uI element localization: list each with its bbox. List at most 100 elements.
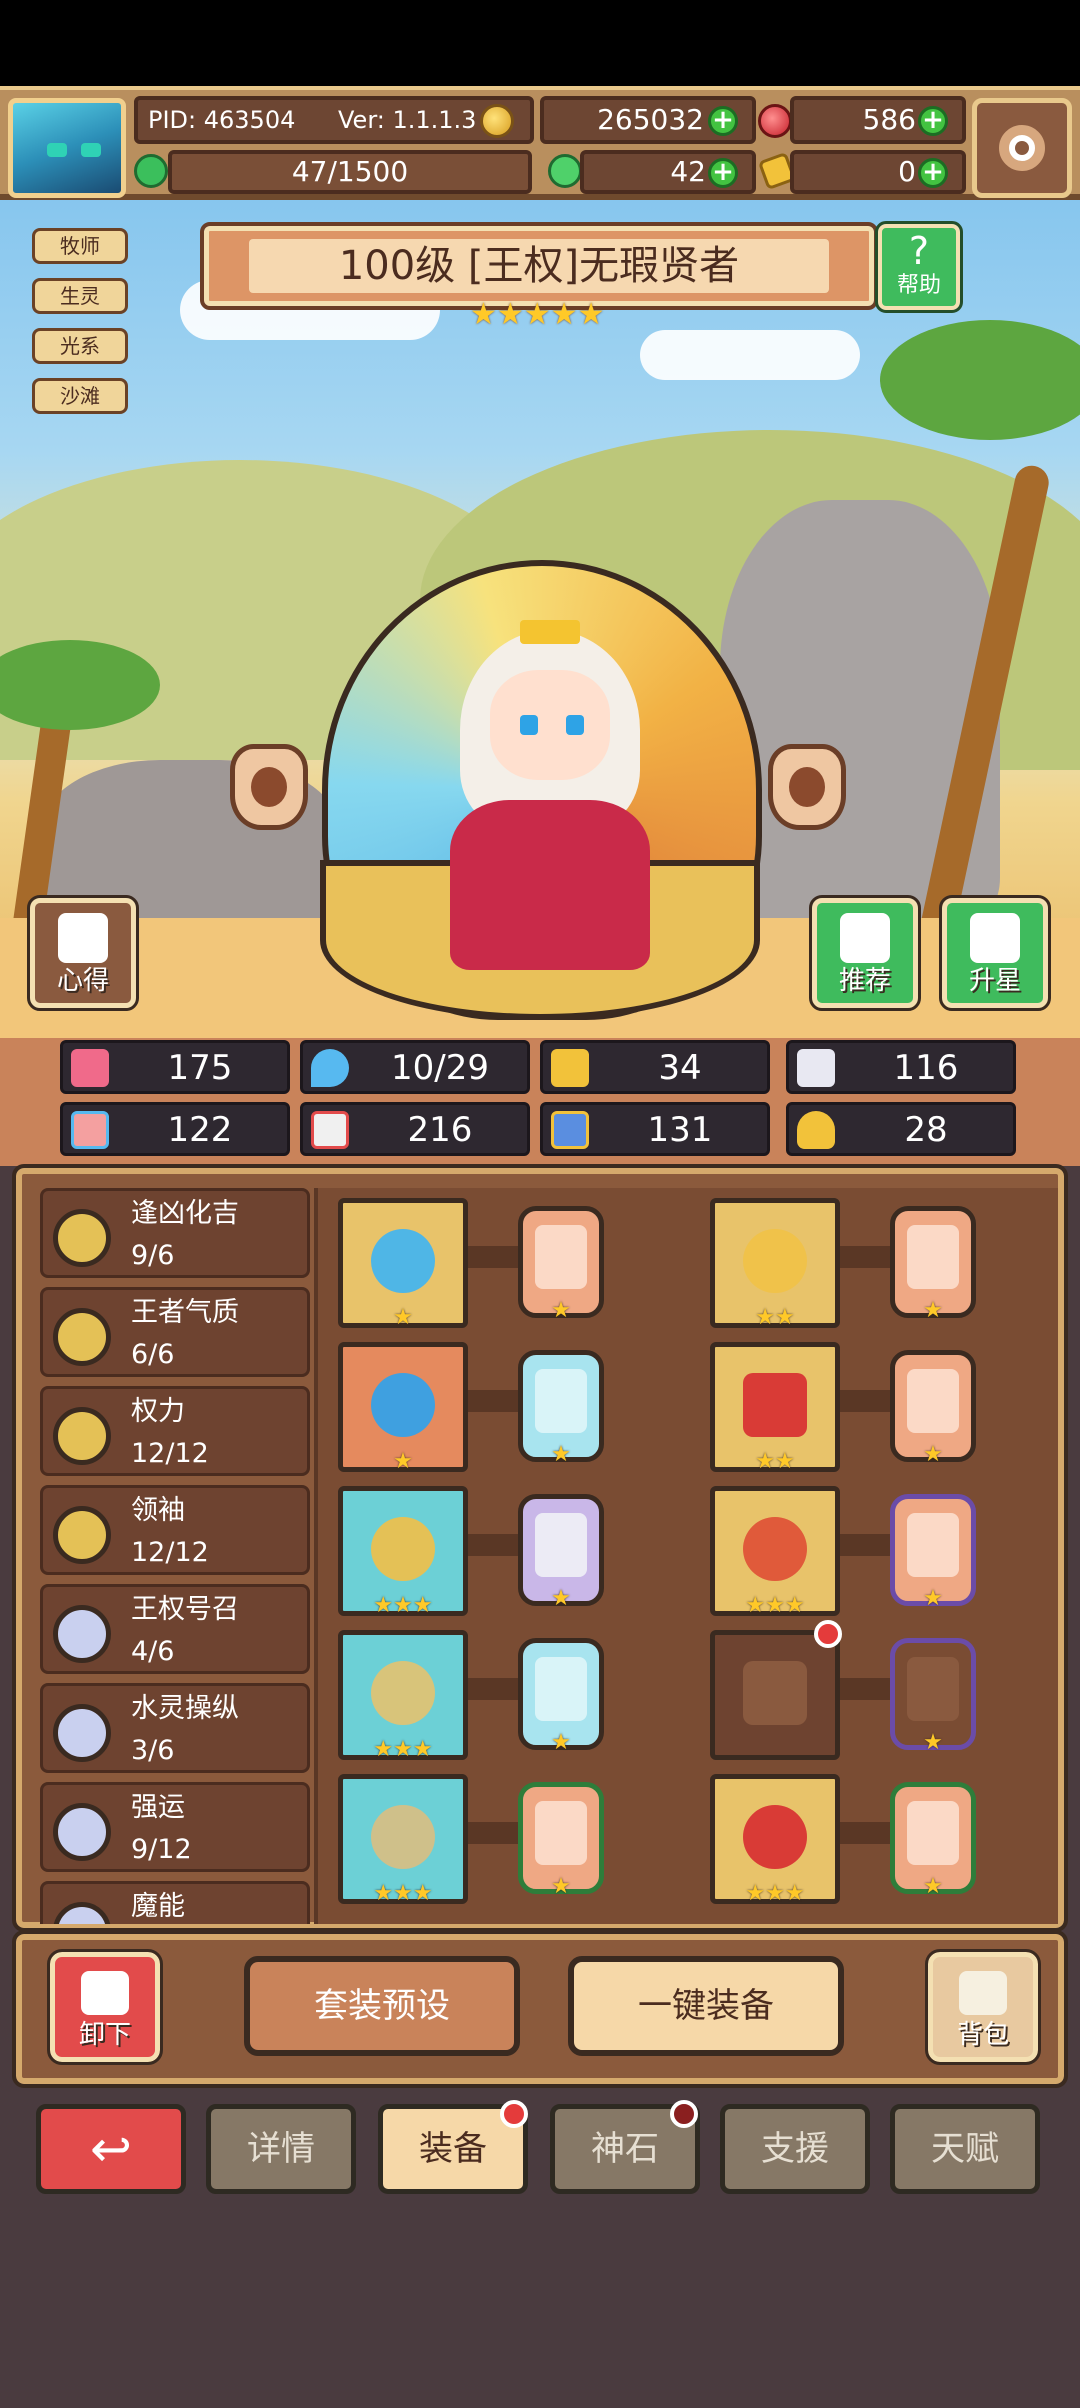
set-item[interactable]: 王者气质 6/6 <box>40 1287 310 1377</box>
rune-card[interactable]: ★ <box>518 1350 604 1467</box>
unequip-label: 卸下 <box>78 2020 131 2050</box>
water-drop-icon <box>311 1049 349 1087</box>
rune-card[interactable]: ★ <box>890 1494 976 1611</box>
scepter-icon <box>371 1229 435 1293</box>
set-bonus-list[interactable]: 逢凶化吉 9/6 王者气质 6/6 权力 12/12 领袖 12/12 王权号召… <box>40 1188 310 1924</box>
fist-icon <box>71 1111 109 1149</box>
rune-card[interactable]: ★ <box>890 1782 976 1899</box>
gem-amount: 586 <box>862 103 916 136</box>
palm-leaves <box>880 320 1080 440</box>
unequip-button[interactable]: 卸下 <box>47 1949 163 2065</box>
previous-hero-button[interactable] <box>230 744 308 830</box>
gold-medal-icon <box>53 1407 111 1465</box>
gloves-icon <box>743 1517 807 1581</box>
silver-medal-icon <box>53 1605 111 1663</box>
equip-slot-scepter[interactable]: ★ <box>338 1198 468 1329</box>
equipment-panel: 逢凶化吉 9/6 王者气质 6/6 权力 12/12 领袖 12/12 王权号召… <box>12 1164 1068 1932</box>
gold-medal-icon <box>53 1209 111 1267</box>
star-rating: ★★★★★ <box>470 297 605 332</box>
clover-amount: 42 <box>670 155 706 188</box>
stat-luck: 28 <box>786 1102 1016 1156</box>
equip-slot-medal[interactable]: ★★★ <box>338 1630 468 1761</box>
set-item[interactable]: 王权号召 4/6 <box>40 1584 310 1674</box>
tag-race[interactable]: 生灵 <box>32 278 128 314</box>
hero-sprite <box>420 620 680 970</box>
figure-icon <box>58 913 108 963</box>
equip-slot-necklace[interactable]: ★★★ <box>338 1486 468 1617</box>
equip-slot-orb[interactable]: ★ <box>338 1342 468 1473</box>
tag-class[interactable]: 牧师 <box>32 228 128 264</box>
pid-text: PID: 463504 <box>148 106 296 134</box>
stamina-bar: 47/1500 <box>168 150 532 194</box>
robe-icon <box>743 1373 807 1437</box>
pointer-amount: 0 <box>898 155 916 188</box>
set-item[interactable]: 领袖 12/12 <box>40 1485 310 1575</box>
tag-environment[interactable]: 沙滩 <box>32 378 128 414</box>
hero-stats: 175 10/29 34 116 122 216 131 28 <box>0 1038 1080 1166</box>
necklace-icon <box>371 1517 435 1581</box>
equip-slot-robe[interactable]: ★★ <box>710 1342 840 1473</box>
settings-button[interactable] <box>972 98 1072 198</box>
preset-button[interactable]: 套装预设 <box>244 1956 520 2056</box>
orb-icon <box>371 1373 435 1437</box>
back-button[interactable]: ↩ <box>36 2104 186 2194</box>
stat-attack: 122 <box>60 1102 290 1156</box>
notification-dot <box>670 2100 698 2128</box>
recommend-label: 推荐 <box>838 966 891 996</box>
boots-icon <box>743 1805 807 1869</box>
tab-talent[interactable]: 天赋 <box>890 2104 1040 2194</box>
tips-button[interactable]: 心得 <box>27 895 139 1011</box>
gold-medal-icon <box>53 1506 111 1564</box>
notification-dot <box>500 2100 528 2128</box>
stat-hp: 175 <box>60 1040 290 1094</box>
set-item[interactable]: 逢凶化吉 9/6 <box>40 1188 310 1278</box>
thumbs-up-icon <box>840 913 890 963</box>
medal-icon <box>371 1661 435 1725</box>
bag-button[interactable]: 背包 <box>925 1949 1041 2065</box>
tab-support[interactable]: 支援 <box>720 2104 870 2194</box>
status-bar-area <box>0 0 1080 86</box>
equip-slot-boots[interactable]: ★★★ <box>710 1774 840 1905</box>
bag-icon <box>959 1971 1007 2015</box>
red-gem-icon <box>758 104 792 138</box>
rune-card[interactable]: ★ <box>518 1638 604 1755</box>
add-gem-icon[interactable]: + <box>918 106 948 136</box>
book-icon <box>311 1111 349 1149</box>
notification-dot <box>814 1620 842 1648</box>
help-button[interactable]: ? 帮助 <box>875 221 963 313</box>
star-icon <box>970 913 1020 963</box>
add-gold-icon[interactable]: + <box>708 106 738 136</box>
next-hero-button[interactable] <box>768 744 846 830</box>
equip-slot-vase[interactable]: ★★★ <box>338 1774 468 1905</box>
rune-card[interactable]: ★ <box>518 1494 604 1611</box>
hero-tags: 牧师 生灵 光系 沙滩 <box>32 228 128 428</box>
set-item[interactable]: 权力 12/12 <box>40 1386 310 1476</box>
add-clover-icon[interactable]: + <box>708 158 738 188</box>
rune-card[interactable]: ★ <box>518 1206 604 1323</box>
player-avatar[interactable] <box>8 98 126 198</box>
wing-icon <box>797 1049 835 1087</box>
recommend-button[interactable]: 推荐 <box>809 895 921 1011</box>
equip-slot-crown[interactable]: ★★ <box>710 1198 840 1329</box>
rune-card[interactable]: ★ <box>518 1782 604 1899</box>
auto-equip-button[interactable]: 一键装备 <box>568 1956 844 2056</box>
equip-slot-gloves[interactable]: ★★★ <box>710 1486 840 1617</box>
rune-card[interactable]: ★ <box>890 1638 976 1755</box>
set-item[interactable]: 强运 9/12 <box>40 1782 310 1872</box>
tag-element[interactable]: 光系 <box>32 328 128 364</box>
set-item[interactable]: 魔能 <box>40 1881 310 1924</box>
rune-card[interactable]: ★ <box>890 1350 976 1467</box>
set-item[interactable]: 水灵操纵 3/6 <box>40 1683 310 1773</box>
vase-icon <box>371 1805 435 1869</box>
stat-defense: 34 <box>540 1040 770 1094</box>
add-pointer-icon[interactable]: + <box>918 158 948 188</box>
tab-details[interactable]: 详情 <box>206 2104 356 2194</box>
star-up-button[interactable]: 升星 <box>939 895 1051 1011</box>
bottom-tabs: ↩ 详情 装备 神石 支援 天赋 <box>0 2090 1080 2408</box>
boot-icon <box>551 1111 589 1149</box>
rune-card[interactable]: ★ <box>890 1206 976 1323</box>
stat-magic: 216 <box>300 1102 530 1156</box>
equip-slot-empty[interactable] <box>710 1630 840 1760</box>
stat-crit: 131 <box>540 1102 770 1156</box>
empty-slot-icon <box>743 1661 807 1725</box>
